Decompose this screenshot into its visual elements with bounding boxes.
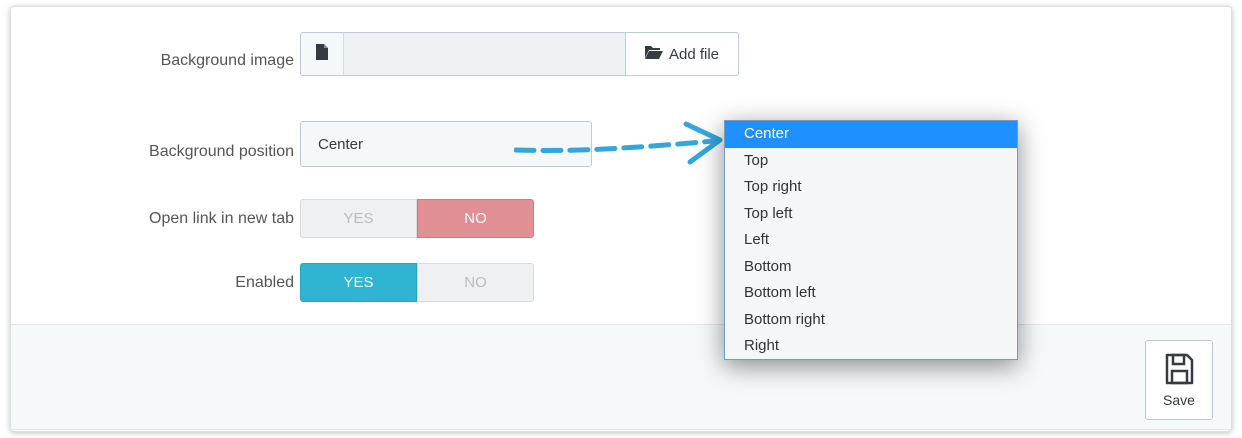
footer-divider: [11, 429, 1231, 430]
dropdown-option-left[interactable]: Left: [725, 227, 1017, 254]
enabled-yes-option[interactable]: YES: [300, 263, 417, 302]
add-file-button[interactable]: Add file: [626, 32, 739, 76]
background-position-label: Background position: [149, 143, 294, 160]
enabled-no-option[interactable]: NO: [417, 263, 534, 302]
file-icon: [315, 43, 329, 65]
background-image-file-input: Add file: [300, 32, 739, 76]
background-image-label: Background image: [160, 52, 294, 69]
background-position-dropdown: Center Top Top right Top left Left Botto…: [724, 120, 1018, 360]
open-link-no-option[interactable]: NO: [417, 199, 534, 238]
folder-open-icon: [644, 45, 663, 63]
dropdown-option-top-left[interactable]: Top left: [725, 201, 1017, 228]
floppy-disk-icon: [1164, 353, 1194, 388]
panel-footer: [11, 324, 1231, 431]
open-link-yes-option[interactable]: YES: [300, 199, 417, 238]
dropdown-option-center[interactable]: Center: [725, 121, 1017, 148]
dropdown-option-top[interactable]: Top: [725, 148, 1017, 175]
save-button[interactable]: Save: [1145, 340, 1213, 420]
open-link-new-tab-switch: YES NO: [300, 199, 534, 238]
add-file-label: Add file: [668, 45, 720, 63]
open-link-new-tab-label: Open link in new tab: [149, 210, 294, 227]
dropdown-option-bottom-left[interactable]: Bottom left: [725, 280, 1017, 307]
enabled-label: Enabled: [235, 274, 294, 291]
dropdown-option-bottom[interactable]: Bottom: [725, 254, 1017, 281]
dropdown-option-right[interactable]: Right: [725, 333, 1017, 360]
dropdown-option-bottom-right[interactable]: Bottom right: [725, 307, 1017, 334]
save-label: Save: [1163, 391, 1195, 408]
dropdown-option-top-right[interactable]: Top right: [725, 174, 1017, 201]
file-icon-box: [300, 32, 343, 76]
file-name-field[interactable]: [343, 32, 626, 76]
enabled-switch: YES NO: [300, 263, 534, 302]
dashed-arrow-icon: [514, 121, 723, 165]
